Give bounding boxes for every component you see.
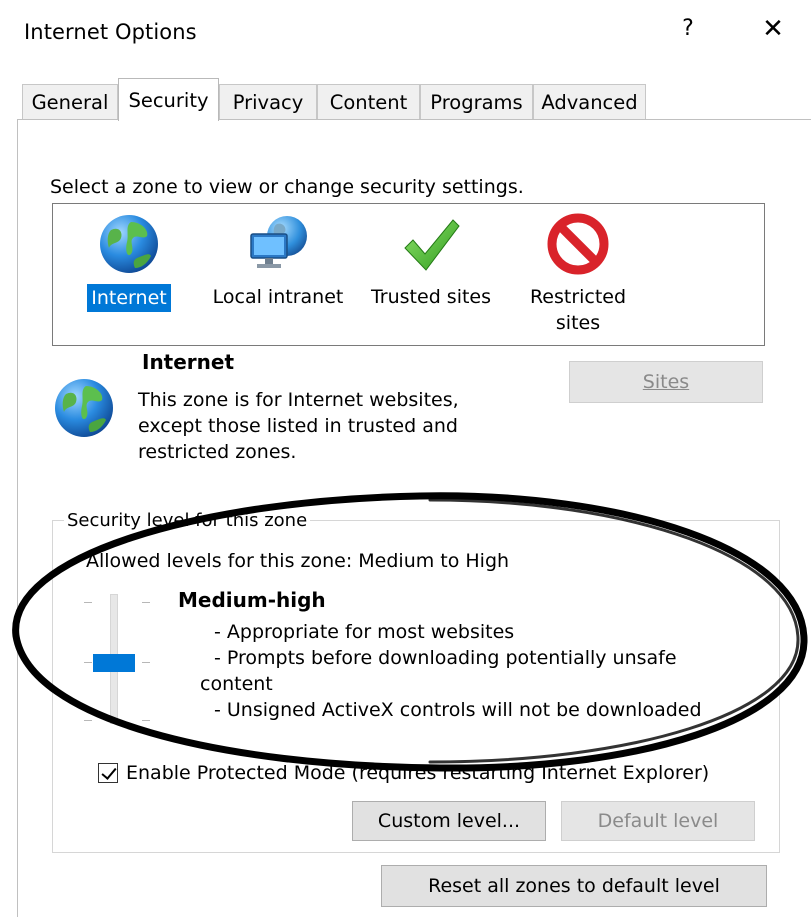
globe-icon bbox=[100, 215, 158, 273]
level-desc-line: - Appropriate for most websites bbox=[214, 621, 515, 643]
reset-all-zones-button[interactable]: Reset all zones to default level bbox=[381, 865, 767, 907]
tab-content[interactable]: Content bbox=[317, 84, 420, 120]
zone-label-restricted-sites: Restricted sites bbox=[529, 286, 627, 334]
tab-advanced[interactable]: Advanced bbox=[533, 84, 646, 120]
security-level-name: Medium-high bbox=[178, 588, 326, 612]
window-title: Internet Options bbox=[24, 20, 197, 44]
custom-level-button[interactable]: Custom level... bbox=[352, 801, 546, 841]
globe-icon bbox=[55, 379, 113, 437]
zone-desc-line: restricted zones. bbox=[138, 441, 297, 463]
zone-info-description: This zone is for Internet websites, exce… bbox=[138, 387, 498, 465]
default-level-button-label: Default level bbox=[597, 810, 719, 832]
tab-privacy[interactable]: Privacy bbox=[219, 84, 317, 120]
security-level-description: - Appropriate for most websites - Prompt… bbox=[200, 619, 702, 723]
zone-label-internet: Internet bbox=[87, 284, 171, 312]
network-globe-icon bbox=[250, 216, 307, 268]
slider-tick bbox=[84, 602, 92, 603]
default-level-button[interactable]: Default level bbox=[561, 801, 755, 841]
slider-tick bbox=[84, 720, 92, 721]
sites-button[interactable]: Sites bbox=[569, 361, 763, 403]
help-button[interactable]: ? bbox=[676, 16, 700, 41]
security-level-legend: Security level for this zone bbox=[64, 510, 311, 531]
level-desc-line: - Unsigned ActiveX controls will not be … bbox=[214, 699, 702, 721]
tab-security[interactable]: Security bbox=[118, 78, 219, 121]
close-button[interactable]: ✕ bbox=[758, 14, 788, 44]
blocked-icon bbox=[547, 213, 609, 275]
sites-button-label: Sites bbox=[642, 371, 690, 393]
tab-programs[interactable]: Programs bbox=[420, 84, 533, 120]
zone-label-trusted-sites: Trusted sites bbox=[370, 286, 492, 308]
reset-all-zones-button-label: Reset all zones to default level bbox=[428, 875, 720, 897]
protected-mode-label: Enable Protected Mode (requires restarti… bbox=[126, 762, 710, 784]
zone-desc-line: This zone is for Internet websites, bbox=[138, 389, 459, 411]
security-level-slider[interactable] bbox=[80, 590, 154, 730]
tab-general[interactable]: General bbox=[22, 84, 118, 120]
zone-trusted-sites[interactable]: Trusted sites bbox=[361, 212, 501, 310]
checkmark-icon bbox=[404, 219, 460, 271]
zone-label-local-intranet: Local intranet bbox=[212, 286, 344, 308]
zone-desc-line: except those listed in trusted and bbox=[138, 415, 458, 437]
slider-tick bbox=[142, 662, 150, 663]
allowed-levels-text: Allowed levels for this zone: Medium to … bbox=[86, 550, 510, 572]
tab-bar: General Security Privacy Content Program… bbox=[22, 78, 811, 121]
zone-local-intranet[interactable]: Local intranet bbox=[203, 212, 353, 310]
title-bar: Internet Options ? ✕ bbox=[0, 0, 811, 66]
level-desc-line: - Prompts before downloading potentially… bbox=[214, 647, 677, 669]
slider-tick bbox=[142, 720, 150, 721]
protected-mode-option[interactable]: Enable Protected Mode (requires restarti… bbox=[98, 762, 709, 784]
slider-tick bbox=[142, 602, 150, 603]
slider-tick bbox=[84, 662, 92, 663]
protected-mode-checkbox[interactable] bbox=[98, 763, 118, 783]
level-desc-line: content bbox=[200, 673, 273, 695]
zone-internet[interactable]: Internet bbox=[79, 212, 179, 312]
custom-level-button-label: Custom level... bbox=[377, 810, 521, 832]
slider-thumb[interactable] bbox=[93, 654, 135, 672]
zone-restricted-sites[interactable]: Restricted sites bbox=[509, 212, 647, 336]
zone-info-title: Internet bbox=[142, 350, 235, 374]
zone-select-prompt: Select a zone to view or change security… bbox=[50, 176, 524, 198]
zone-list: Internet Local intranet Trusted sites Re… bbox=[52, 203, 765, 346]
